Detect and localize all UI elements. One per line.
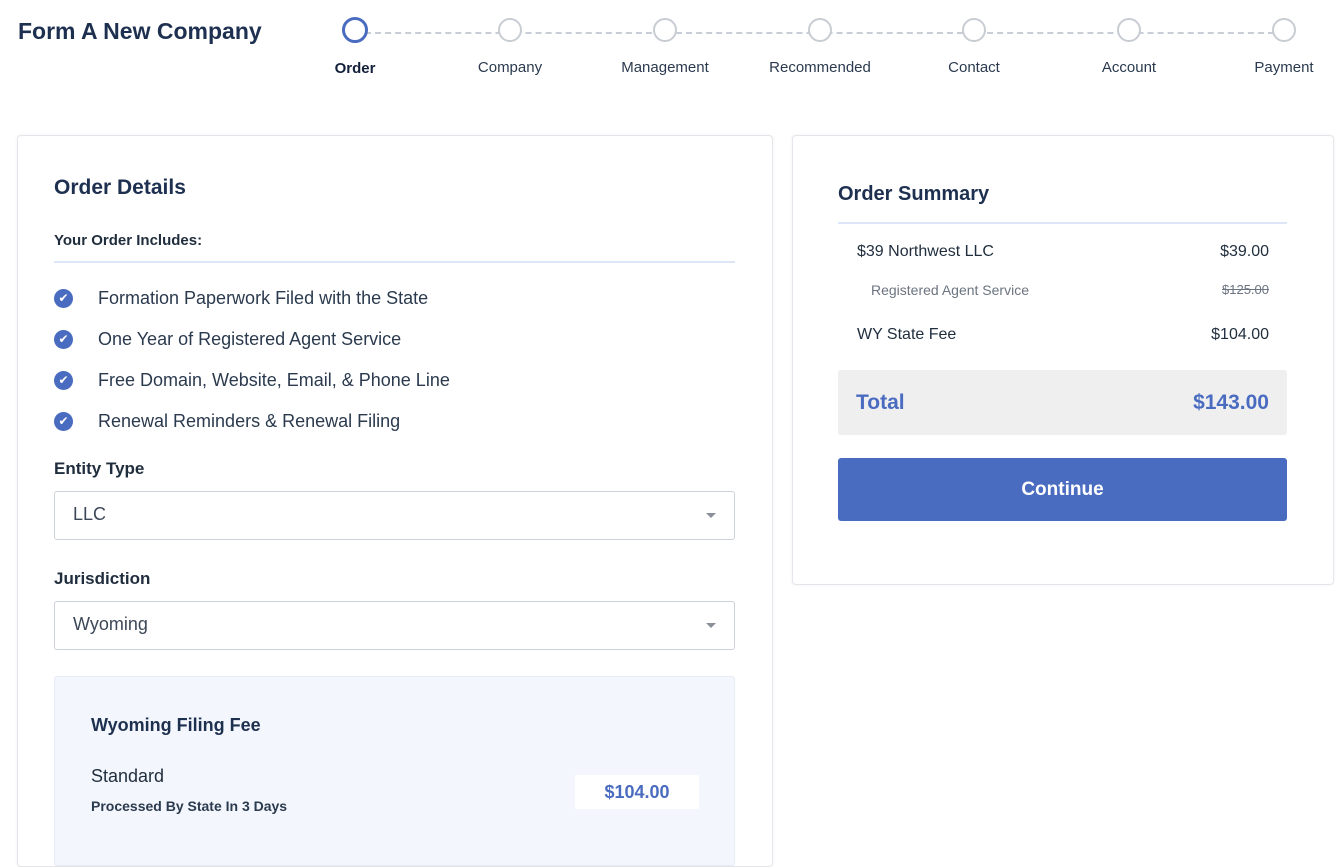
include-text: Renewal Reminders & Renewal Filing — [98, 411, 401, 431]
filing-option-price[interactable]: $104.00 — [575, 775, 699, 809]
step-circle — [962, 18, 986, 42]
step-label: Account — [1101, 59, 1157, 76]
step-label: Recommended — [769, 59, 871, 76]
include-text: Free Domain, Website, Email, & Phone Lin… — [98, 370, 450, 390]
includes-list: ✔ Formation Paperwork Filed with the Sta… — [54, 284, 450, 448]
step-label: Payment — [1254, 59, 1314, 76]
step-circle — [653, 18, 677, 42]
summary-item-amount: $125.00 — [1222, 282, 1269, 297]
order-details-card: Order Details Your Order Includes: ✔ For… — [17, 135, 773, 867]
entity-type-label: Entity Type — [54, 459, 145, 478]
list-item: ✔ Free Domain, Website, Email, & Phone L… — [54, 366, 450, 407]
jurisdiction-value: Wyoming — [73, 614, 148, 634]
filing-fee-box: Wyoming Filing Fee Standard Processed By… — [54, 676, 735, 866]
summary-item-amount: $39.00 — [1220, 243, 1269, 260]
divider — [54, 261, 735, 263]
list-item: ✔ Renewal Reminders & Renewal Filing — [54, 407, 450, 448]
check-circle-icon: ✔ — [54, 371, 73, 390]
order-details-title: Order Details — [54, 176, 186, 199]
step-recommended[interactable]: Recommended — [760, 14, 880, 76]
step-label: Management — [621, 59, 709, 76]
step-payment[interactable]: Payment — [1224, 14, 1341, 76]
step-circle — [1117, 18, 1141, 42]
step-management[interactable]: Management — [605, 14, 725, 76]
summary-row: WY State Fee $104.00 — [857, 326, 1269, 344]
order-includes-label: Your Order Includes: — [54, 232, 203, 249]
include-text: One Year of Registered Agent Service — [98, 329, 402, 349]
step-label: Company — [477, 59, 543, 76]
filing-option-name: Standard — [91, 766, 165, 786]
jurisdiction-label: Jurisdiction — [54, 569, 151, 588]
summary-item-label: Registered Agent Service — [871, 282, 1029, 298]
summary-item-label: WY State Fee — [857, 326, 957, 343]
step-circle — [808, 18, 832, 42]
summary-row: $39 Northwest LLC $39.00 — [857, 243, 1269, 261]
progress-stepper: Order Company Management Recommended Con… — [320, 14, 1341, 94]
total-amount: $143.00 — [1193, 391, 1269, 414]
check-circle-icon: ✔ — [54, 289, 73, 308]
step-label: Order — [334, 60, 376, 77]
check-circle-icon: ✔ — [54, 330, 73, 349]
caret-down-icon — [706, 623, 716, 628]
step-label: Contact — [948, 59, 1000, 76]
entity-type-select[interactable]: LLC — [54, 491, 735, 540]
summary-item-amount: $104.00 — [1211, 326, 1269, 343]
filing-option-description: Processed By State In 3 Days — [91, 798, 288, 814]
summary-row: Registered Agent Service $125.00 — [871, 282, 1269, 298]
jurisdiction-select[interactable]: Wyoming — [54, 601, 735, 650]
total-label: Total — [856, 391, 905, 414]
include-text: Formation Paperwork Filed with the State — [98, 288, 429, 308]
step-contact[interactable]: Contact — [914, 14, 1034, 76]
caret-down-icon — [706, 513, 716, 518]
divider — [838, 222, 1287, 224]
total-box: Total $143.00 — [838, 370, 1287, 435]
check-circle-icon: ✔ — [54, 412, 73, 431]
step-circle — [1272, 18, 1296, 42]
summary-item-label: $39 Northwest LLC — [857, 243, 994, 260]
order-summary-card: Order Summary $39 Northwest LLC $39.00 R… — [792, 135, 1334, 585]
step-circle — [342, 17, 368, 43]
entity-type-value: LLC — [73, 504, 107, 524]
continue-button[interactable]: Continue — [838, 458, 1287, 521]
list-item: ✔ Formation Paperwork Filed with the Sta… — [54, 284, 450, 325]
order-summary-title: Order Summary — [838, 183, 990, 205]
step-company[interactable]: Company — [450, 14, 570, 76]
list-item: ✔ One Year of Registered Agent Service — [54, 325, 450, 366]
step-order[interactable]: Order — [295, 14, 415, 77]
filing-fee-title: Wyoming Filing Fee — [91, 715, 261, 735]
page-title: Form A New Company — [18, 18, 262, 44]
step-account[interactable]: Account — [1069, 14, 1189, 76]
step-circle — [498, 18, 522, 42]
